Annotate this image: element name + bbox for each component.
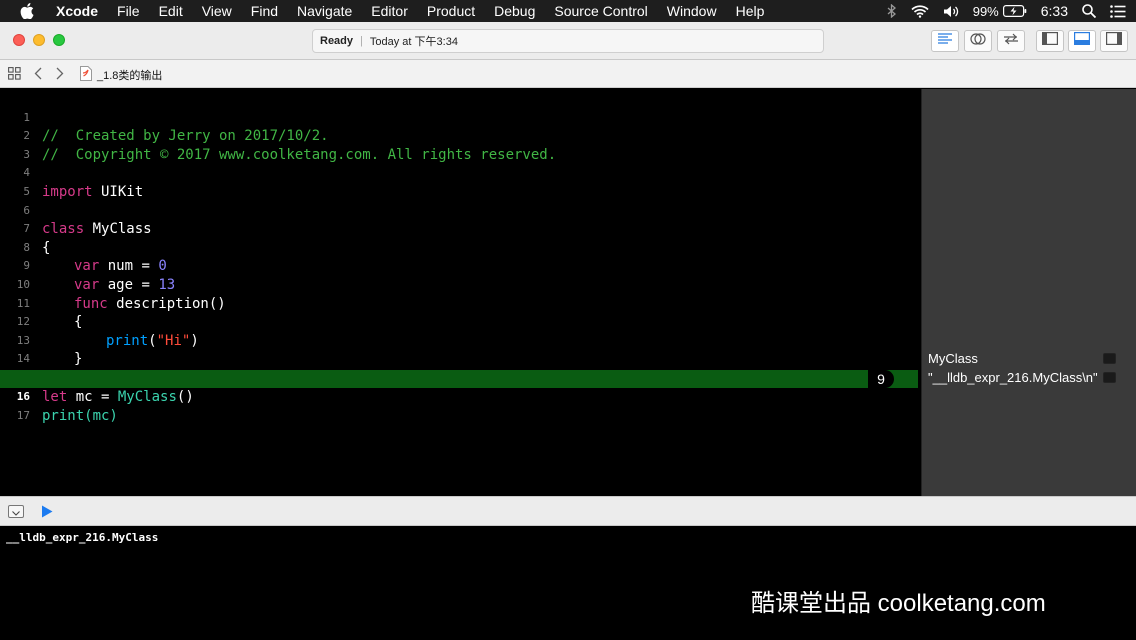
code-line: 12 print("Hi")	[0, 295, 921, 349]
battery-percent[interactable]: 99%	[973, 4, 999, 19]
execution-count-badge[interactable]: 9	[868, 369, 894, 388]
version-editor-button[interactable]	[997, 30, 1025, 52]
navigator-toggle-button[interactable]	[1036, 30, 1064, 52]
code-line: 7 {	[0, 202, 921, 256]
menu-source-control[interactable]: Source Control	[554, 3, 647, 19]
notification-center-icon[interactable]	[1110, 4, 1126, 18]
close-window-button[interactable]	[13, 34, 25, 46]
menu-navigate[interactable]: Navigate	[297, 3, 352, 19]
code-line: 3	[0, 127, 921, 161]
code-line: 6 class MyClass	[0, 183, 921, 238]
status-timestamp: Today at 下午3:34	[369, 36, 458, 48]
version-editor-icon	[1003, 32, 1019, 50]
wifi-icon[interactable]	[911, 4, 929, 18]
window-toolbar: Ready | Today at 下午3:34	[0, 22, 1136, 60]
debug-bar	[0, 496, 1136, 526]
menu-file[interactable]: File	[117, 3, 140, 19]
code-line: 9 var age = 13	[0, 239, 921, 293]
bluetooth-icon[interactable]	[887, 4, 897, 18]
code-line: 1 // Created by Jerry on 2017/10/2.	[0, 90, 921, 145]
code-line: 17	[0, 389, 921, 422]
menu-debug[interactable]: Debug	[494, 3, 535, 19]
battery-charging-icon[interactable]	[1002, 5, 1027, 17]
menu-help[interactable]: Help	[736, 3, 765, 19]
apple-icon[interactable]	[20, 3, 36, 19]
menu-edit[interactable]: Edit	[159, 3, 183, 19]
code-line: 14 }	[0, 332, 921, 386]
utilities-toggle-button[interactable]	[1100, 30, 1128, 52]
result-line-15: MyClass	[928, 351, 978, 366]
current-line-highlight: 16 print(mc) 9	[0, 369, 918, 424]
play-icon	[41, 505, 53, 522]
menu-find[interactable]: Find	[251, 3, 278, 19]
bottom-panel-icon	[1074, 32, 1091, 50]
breadcrumb-file[interactable]: _1.8类的输出	[97, 67, 162, 83]
assistant-editor-icon	[970, 32, 986, 51]
related-items-icon[interactable]	[8, 67, 21, 80]
results-sidebar: MyClass "__lldb_expr_216.MyClass\n"	[921, 89, 1136, 496]
minimize-window-button[interactable]	[33, 34, 45, 46]
activity-viewer: Ready | Today at 下午3:34	[312, 29, 824, 53]
chevron-down-icon	[12, 503, 20, 521]
code-text: print(mc)	[42, 407, 118, 424]
status-text: Ready	[320, 35, 354, 47]
hide-debug-area-button[interactable]	[8, 505, 24, 518]
spotlight-icon[interactable]	[1082, 4, 1096, 18]
quick-look-button[interactable]	[1103, 353, 1116, 364]
debug-area-toggle-button[interactable]	[1068, 30, 1096, 52]
code-line: 2 // Copyright © 2017 www.coolketang.com…	[0, 109, 921, 163]
standard-editor-button[interactable]	[931, 30, 959, 52]
status-area: 99% 6:33	[887, 0, 1136, 22]
right-panel-icon	[1106, 32, 1123, 50]
source-editor[interactable]: 1 // Created by Jerry on 2017/10/2. 2 //…	[0, 89, 921, 496]
playground-file-icon[interactable]	[80, 66, 92, 81]
standard-editor-icon	[937, 32, 953, 50]
quick-look-button[interactable]	[1103, 372, 1116, 383]
menu-bar: Xcode File Edit View Find Navigate Edito…	[0, 0, 1136, 22]
code-line: 8 var num = 0	[0, 220, 921, 275]
code-line: 15 let mc = MyClass()	[0, 350, 921, 405]
status-divider: |	[360, 35, 363, 47]
jump-bar: _1.8类的输出	[0, 60, 1136, 88]
back-arrow-icon[interactable]	[34, 67, 42, 80]
menu-window[interactable]: Window	[667, 3, 717, 19]
code-line: 11 {	[0, 276, 921, 331]
code-line: 10 func description()	[0, 257, 921, 312]
forward-arrow-icon[interactable]	[56, 67, 64, 80]
run-playground-button[interactable]	[41, 505, 53, 523]
zoom-window-button[interactable]	[53, 34, 65, 46]
console-text: __lldb_expr_216.MyClass	[6, 531, 159, 544]
menu-app[interactable]: Xcode	[56, 3, 98, 19]
menu-product[interactable]: Product	[427, 3, 475, 19]
menu-editor[interactable]: Editor	[371, 3, 408, 19]
volume-icon[interactable]	[943, 5, 959, 18]
line-number: 17	[16, 409, 30, 423]
code-line: 5	[0, 164, 921, 198]
result-line-16: "__lldb_expr_216.MyClass\n"	[928, 370, 1098, 385]
assistant-editor-button[interactable]	[964, 30, 992, 52]
code-line: 4 import UIKit	[0, 146, 921, 200]
watermark: 酷课堂出品 coolketang.com	[751, 590, 1046, 617]
menu-view[interactable]: View	[202, 3, 232, 19]
clock[interactable]: 6:33	[1041, 3, 1068, 19]
left-panel-icon	[1042, 32, 1059, 50]
code-line: 13 }	[0, 313, 921, 368]
